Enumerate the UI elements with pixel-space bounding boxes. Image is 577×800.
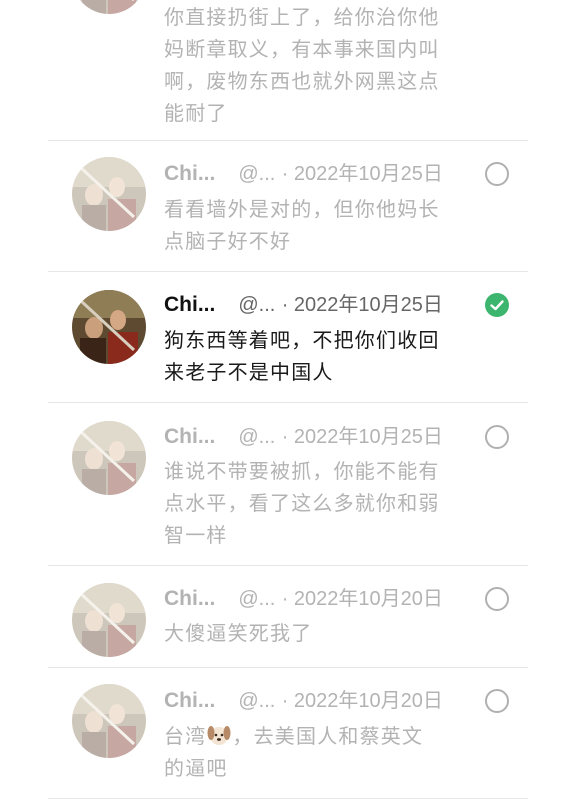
select-radio[interactable] — [485, 425, 509, 449]
select-radio-checked[interactable] — [485, 293, 509, 317]
tweet-meta: Chi... @... · 2022年10月20日 — [164, 685, 443, 715]
tweet-meta: Chi... @... · 2022年10月25日 — [164, 421, 443, 451]
select-radio[interactable] — [485, 587, 509, 611]
author-name: Chi... — [164, 587, 216, 610]
tweet-item[interactable]: 你直接扔街上了，给你治你他 妈断章取义，有本事来国内叫 啊，废物东西也就外网黑这… — [0, 0, 577, 141]
avatar-painting-image — [72, 157, 146, 231]
tweet-text-start: 台湾 — [164, 724, 207, 748]
tweet-text: 大傻逼笑死我了 — [164, 621, 313, 645]
tweet-selection-list: 你直接扔街上了，给你治你他 妈断章取义，有本事来国内叫 啊，废物东西也就外网黑这… — [0, 0, 577, 800]
tweet-date: · 2022年10月25日 — [281, 426, 443, 448]
tweet-item[interactable]: Chi... @... · 2022年10月20日 大傻逼笑死我了 — [0, 566, 577, 668]
tweet-text: 看看墙外是对的，但你他妈长 点脑子好不好 — [164, 197, 440, 253]
tweet-item[interactable]: Chi... @... · 2022年10月25日 狗东西等着吧，不把你们收回 … — [0, 272, 577, 403]
author-handle: @... — [238, 588, 276, 610]
avatar — [72, 421, 146, 495]
dog-face-emoji-icon — [206, 722, 232, 748]
select-radio[interactable] — [485, 689, 509, 713]
avatar-painting-image — [72, 290, 146, 364]
avatar — [72, 0, 146, 14]
author-name: Chi... — [164, 162, 216, 185]
author-name: Chi... — [164, 293, 216, 316]
tweet-date: · 2022年10月20日 — [281, 588, 443, 610]
avatar-painting-image — [72, 421, 146, 495]
avatar — [72, 290, 146, 364]
author-handle: @... — [238, 294, 276, 316]
tweet-meta: Chi... @... · 2022年10月25日 — [164, 289, 443, 319]
tweet-date: · 2022年10月25日 — [281, 294, 443, 316]
tweet-text: 狗东西等着吧，不把你们收回 来老子不是中国人 — [164, 328, 440, 384]
select-radio[interactable] — [485, 162, 509, 186]
tweet-date: · 2022年10月20日 — [281, 690, 443, 712]
tweet-item[interactable]: Chi... @... · 2022年10月25日 谁说不带要被抓，你能不能有 … — [0, 403, 577, 566]
author-handle: @... — [238, 690, 276, 712]
tweet-text: 台湾 ，去美国人和蔡英文 的逼吧 — [164, 720, 464, 784]
tweet-text: 你直接扔街上了，给你治你他 妈断章取义，有本事来国内叫 啊，废物东西也就外网黑这… — [164, 5, 440, 125]
tweet-meta: Chi... @... · 2022年10月20日 — [164, 583, 443, 613]
avatar — [72, 157, 146, 231]
tweet-meta: Chi... @... · 2022年10月25日 — [164, 158, 443, 188]
author-name: Chi... — [164, 689, 216, 712]
author-handle: @... — [238, 163, 276, 185]
tweet-text: 谁说不带要被抓，你能不能有 点水平，看了这么多就你和弱 智一样 — [164, 459, 440, 547]
avatar-painting-image — [72, 583, 146, 657]
tweet-item[interactable]: Chi... @... · 2022年10月25日 看看墙外是对的，但你他妈长 … — [0, 141, 577, 272]
author-handle: @... — [238, 426, 276, 448]
tweet-item[interactable]: Chi... @... · 2022年10月20日 台湾 ，去美国人和蔡英文 的逼… — [0, 668, 577, 799]
avatar-painting-image — [72, 684, 146, 758]
avatar — [72, 684, 146, 758]
divider — [48, 798, 528, 799]
avatar-painting-image — [72, 0, 146, 14]
avatar — [72, 583, 146, 657]
tweet-date: · 2022年10月25日 — [281, 163, 443, 185]
author-name: Chi... — [164, 425, 216, 448]
checkmark-icon — [490, 300, 504, 311]
